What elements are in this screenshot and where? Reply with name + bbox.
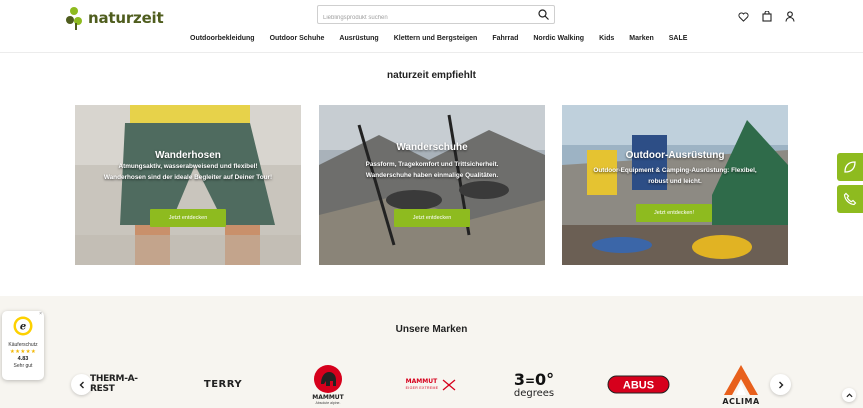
- svg-text:e: e: [20, 322, 26, 333]
- brand-mammut-eiger-extreme[interactable]: MAMMUT EIGER EXTREME: [398, 376, 464, 394]
- nav-item-kids[interactable]: Kids: [599, 35, 614, 42]
- brands-section: Unsere Marken THERM-A-REST TERRY MAMMUT …: [0, 296, 863, 408]
- brand-aclima[interactable]: ACLIMA: [716, 360, 766, 408]
- trusted-shops-badge[interactable]: × e Käuferschutz ★★★★★ 4.83 Sehr gut: [2, 311, 44, 380]
- account-button[interactable]: [783, 10, 796, 23]
- close-icon[interactable]: ×: [39, 311, 42, 317]
- brand-terry[interactable]: TERRY: [190, 376, 256, 392]
- card-wanderhosen[interactable]: Wanderhosen Atmungsaktiv, wasserabweisen…: [75, 105, 301, 265]
- mammut-logo-icon: [314, 364, 342, 393]
- search-icon: [537, 9, 549, 20]
- card-description: Outdoor-Equipment & Camping-Ausrüstung: …: [593, 167, 757, 185]
- rating-stars: ★★★★★: [9, 349, 37, 355]
- header-actions: [737, 10, 796, 23]
- recommend-title: naturzeit empfiehlt: [387, 70, 476, 81]
- nav-item-fahrrad[interactable]: Fahrrad: [492, 35, 518, 42]
- card-title: Outdoor-Ausrüstung: [625, 150, 725, 161]
- trusted-shops-logo-icon: e: [13, 316, 33, 336]
- chevron-up-icon: [845, 392, 853, 397]
- nav-item-marken[interactable]: Marken: [629, 35, 654, 42]
- search-button[interactable]: [535, 7, 551, 22]
- brands-next-button[interactable]: [770, 374, 791, 395]
- card-description: Atmungsaktiv, wasserabweisend und flexib…: [103, 163, 273, 181]
- phone-icon: [843, 192, 857, 206]
- discover-button[interactable]: Jetzt entdecken!: [636, 204, 712, 222]
- nav-item-sale[interactable]: SALE: [669, 35, 688, 42]
- brand-thermarest[interactable]: THERM-A-REST: [90, 374, 155, 394]
- brand-abus[interactable]: ABUS: [607, 375, 670, 394]
- nav-item-outdoorbekleidung[interactable]: Outdoorbekleidung: [190, 35, 255, 42]
- abus-logo-icon: ABUS: [607, 375, 670, 394]
- nav-item-outdoor-schuhe[interactable]: Outdoor Schuhe: [270, 35, 325, 42]
- naturzeit-logo[interactable]: naturzeit: [66, 5, 164, 31]
- leaf-icon: [844, 161, 856, 173]
- card-description: Passform, Tragekomfort und Trittsicherhe…: [365, 161, 499, 179]
- card-title: Wanderhosen: [155, 150, 221, 161]
- leaf-logo-icon: [66, 7, 82, 30]
- aclima-logo-icon: [724, 364, 758, 395]
- side-tab-contact[interactable]: [837, 185, 863, 213]
- brands-prev-button[interactable]: [71, 374, 92, 395]
- discover-button[interactable]: Jetzt entdecken: [394, 209, 470, 227]
- nav-item-klettern[interactable]: Klettern und Bergsteigen: [394, 35, 478, 42]
- brand-mammut[interactable]: MAMMUT Absolute alpine.: [300, 360, 356, 408]
- rating-verdict: Sehr gut: [13, 363, 33, 369]
- side-tab-naturzeit[interactable]: [837, 153, 863, 181]
- discover-button[interactable]: Jetzt entdecken: [150, 209, 226, 227]
- rating-score: 4.83: [17, 356, 29, 362]
- scroll-top-button[interactable]: [842, 388, 856, 402]
- nav-item-ausruestung[interactable]: Ausrüstung: [339, 35, 378, 42]
- eiger-x-icon: [442, 379, 456, 391]
- card-wanderschuhe[interactable]: Wanderschuhe Passform, Tragekomfort und …: [319, 105, 545, 265]
- wishlist-button[interactable]: [737, 10, 750, 23]
- search-box: [317, 5, 555, 27]
- heart-icon: [738, 11, 749, 22]
- brand-360-degrees[interactable]: 3=0° degrees: [500, 370, 568, 400]
- bag-icon: [761, 11, 772, 22]
- card-title: Wanderschuhe: [396, 142, 468, 153]
- svg-text:ABUS: ABUS: [623, 380, 654, 392]
- card-outdoor-ausruestung[interactable]: Outdoor-Ausrüstung Outdoor-Equipment & C…: [562, 105, 788, 265]
- user-icon: [784, 11, 795, 22]
- chevron-right-icon: [778, 381, 783, 388]
- brands-title: Unsere Marken: [395, 324, 468, 335]
- chevron-left-icon: [79, 381, 84, 388]
- trusted-shops-label: Käuferschutz: [8, 342, 38, 348]
- search-input[interactable]: [318, 9, 528, 27]
- nav-item-nordic-walking[interactable]: Nordic Walking: [533, 35, 584, 42]
- logo-text: naturzeit: [88, 9, 164, 27]
- site-header: naturzeit Lieblingsprodukt suchen Outdoo…: [0, 0, 863, 53]
- cart-button[interactable]: [760, 10, 773, 23]
